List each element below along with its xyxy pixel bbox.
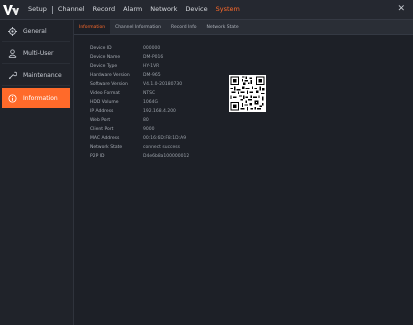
- menu-channel[interactable]: Channel: [54, 0, 89, 19]
- info-label: Network State: [90, 145, 123, 150]
- info-row-device-type: Device Type HY-1VR: [90, 62, 189, 71]
- info-value: 9000: [143, 127, 155, 132]
- info-value: NTSC: [143, 91, 156, 96]
- users-icon: [8, 49, 17, 58]
- sidebar-item-information[interactable]: Information: [2, 88, 70, 108]
- menu-alarm[interactable]: Alarm: [119, 0, 146, 19]
- info-label: Device Name: [90, 55, 121, 60]
- sidebar-item-maintenance[interactable]: Maintenance: [2, 66, 70, 86]
- tab-network-state[interactable]: Network State: [202, 20, 244, 34]
- qr-code: [229, 75, 266, 112]
- gear-icon: [8, 27, 17, 36]
- info-value: 80: [143, 118, 149, 123]
- sidebar-item-general[interactable]: General: [2, 22, 70, 42]
- info-row-hardware-version: Hardware Version DM-965: [90, 71, 189, 80]
- device-info-list: Device ID 000000 Device Name DM-P016 Dev…: [90, 44, 189, 161]
- info-icon: [8, 93, 17, 103]
- info-row-device-name: Device Name DM-P016: [90, 53, 189, 62]
- info-value: V4.1.0-20180730: [143, 82, 183, 87]
- info-row-ip-address: IP Address 192.168.4.200: [90, 107, 189, 116]
- top-menu-bar: Setup Channel Record Alarm Network Devic…: [0, 0, 413, 20]
- info-label: Device ID: [90, 46, 112, 51]
- menu-separator: [51, 5, 53, 14]
- info-label: Video Format: [90, 91, 120, 96]
- info-label: P2P ID: [90, 154, 105, 159]
- info-label: MAC Address: [90, 136, 120, 141]
- menu-device[interactable]: Device: [181, 0, 211, 19]
- info-row-device-id: Device ID 000000: [90, 44, 189, 53]
- sidebar-item-label: General: [23, 28, 47, 35]
- menu-record[interactable]: Record: [89, 0, 119, 19]
- main-menu: Setup Channel Record Alarm Network Devic…: [24, 0, 244, 19]
- info-row-client-port: Client Port 9000: [90, 125, 189, 134]
- wrench-icon: [8, 71, 17, 80]
- info-label: HDD Volume: [90, 100, 119, 105]
- info-row-video-format: Video Format NTSC: [90, 89, 189, 98]
- info-tabs: Information Channel Information Record I…: [74, 20, 413, 35]
- info-label: Web Port: [90, 118, 111, 123]
- menu-setup[interactable]: Setup: [24, 0, 51, 19]
- info-value: 00:16:6D:F8:1D:A9: [143, 136, 187, 141]
- menu-system[interactable]: System: [212, 0, 244, 19]
- brand-logo: [3, 0, 21, 19]
- sidebar-item-label: Maintenance: [23, 72, 62, 79]
- info-value: 192.168.4.200: [143, 109, 176, 114]
- info-label: Device Type: [90, 64, 118, 69]
- close-icon[interactable]: ✕: [397, 4, 405, 14]
- tab-channel-information[interactable]: Channel Information: [110, 20, 166, 34]
- info-label: IP Address: [90, 109, 114, 114]
- info-row-web-port: Web Port 80: [90, 116, 189, 125]
- sidebar-item-label: Information: [23, 94, 58, 102]
- info-row-mac-address: MAC Address 00:16:6D:F8:1D:A9: [90, 134, 189, 143]
- info-value: 000000: [143, 46, 161, 51]
- sidebar-item-label: Multi-User: [23, 50, 54, 57]
- tab-record-info[interactable]: Record Info: [166, 20, 202, 34]
- sidebar-item-multi-user[interactable]: Multi-User: [2, 44, 70, 64]
- info-value: D4e6b8a100000012: [143, 154, 190, 159]
- menu-network[interactable]: Network: [146, 0, 181, 19]
- info-value: DM-965: [143, 73, 161, 78]
- info-label: Hardware Version: [90, 73, 130, 78]
- info-value: connect success: [143, 145, 180, 150]
- info-value: HY-1VR: [143, 64, 160, 69]
- info-label: Software Version: [90, 82, 128, 87]
- info-row-network-state: Network State connect success: [90, 143, 189, 152]
- info-value: 1064G: [143, 100, 158, 105]
- main-content: Information Channel Information Record I…: [74, 20, 413, 325]
- tab-information[interactable]: Information: [74, 20, 111, 34]
- info-row-p2p-id: P2P ID D4e6b8a100000012: [90, 152, 189, 161]
- info-row-hdd-volume: HDD Volume 1064G: [90, 98, 189, 107]
- info-value: DM-P016: [143, 55, 164, 60]
- sidebar: General Multi-User Maintenance Informati…: [0, 20, 74, 325]
- info-row-software-version: Software Version V4.1.0-20180730: [90, 80, 189, 89]
- info-label: Client Port: [90, 127, 114, 132]
